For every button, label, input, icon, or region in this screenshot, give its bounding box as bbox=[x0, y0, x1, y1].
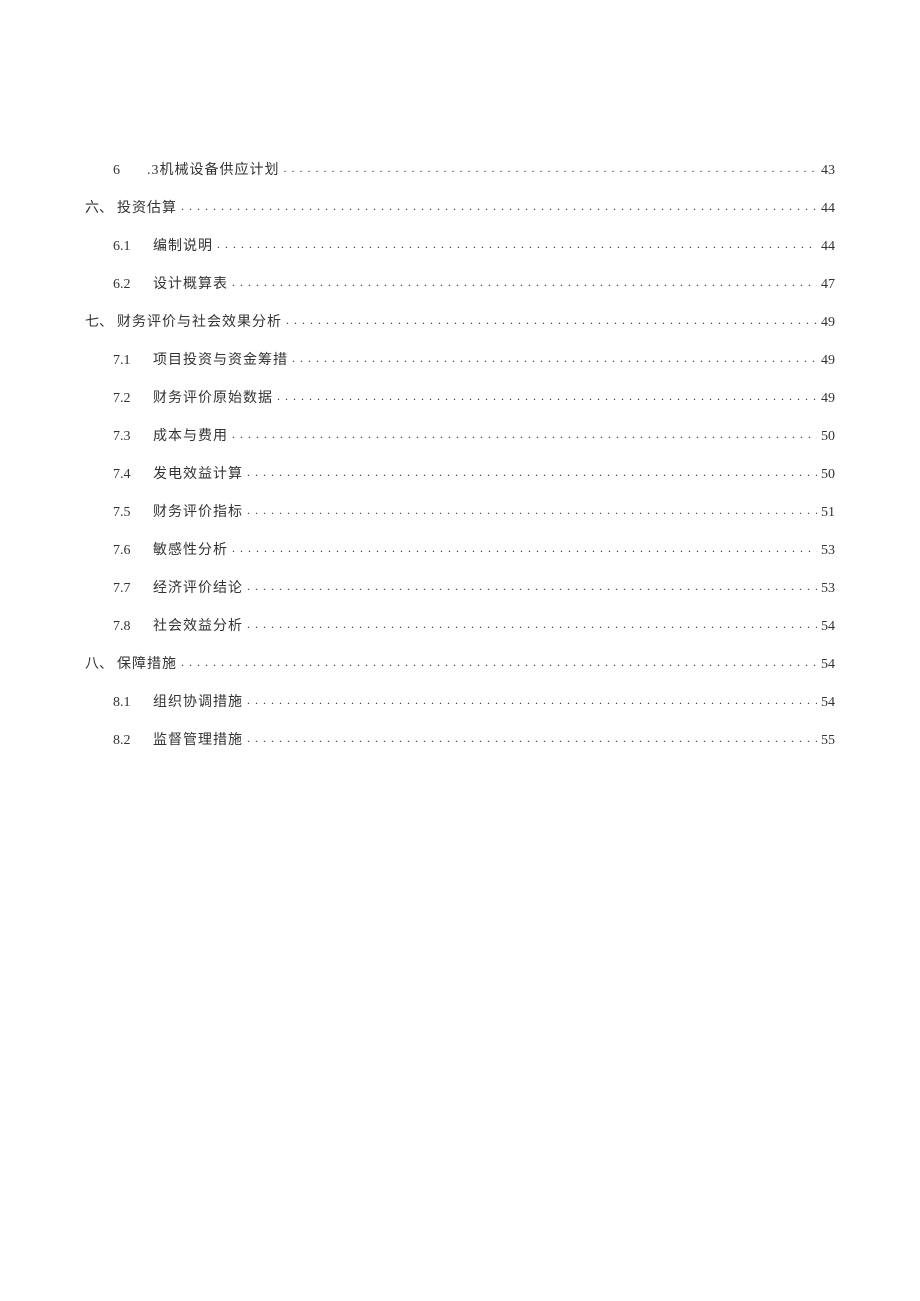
toc-page: 6 .3机械设备供应计划 43 六、投资估算 44 6.1 编制说明 44 6.2 设计概算表 47… bbox=[0, 0, 920, 748]
toc-entry-page: 51 bbox=[821, 506, 835, 520]
toc-entry-page: 49 bbox=[821, 316, 835, 330]
toc-entry-title: 项目投资与资金筹措 bbox=[153, 354, 288, 368]
toc-entry-title: 监督管理措施 bbox=[153, 734, 243, 748]
toc-entry-title: 敏感性分析 bbox=[153, 544, 228, 558]
toc-entry-title: 发电效益计算 bbox=[153, 468, 243, 482]
toc-entry: 6.2 设计概算表 47 bbox=[85, 274, 835, 292]
toc-entry: 7.5 财务评价指标 51 bbox=[85, 502, 835, 520]
toc-entry-number: 8.2 bbox=[113, 734, 143, 748]
toc-entry-number: 7.7 bbox=[113, 582, 143, 596]
toc-leader-dots bbox=[247, 578, 817, 592]
toc-entry-number: 六、 bbox=[85, 202, 113, 216]
toc-leader-dots bbox=[247, 730, 817, 744]
toc-entry-number: 7.8 bbox=[113, 620, 143, 634]
toc-entry-title: 成本与费用 bbox=[153, 430, 228, 444]
toc-entry: 7.7 经济评价结论 53 bbox=[85, 578, 835, 596]
toc-entry-page: 54 bbox=[821, 696, 835, 710]
toc-entry-number: 6.2 bbox=[113, 278, 143, 292]
toc-entry-page: 49 bbox=[821, 354, 835, 368]
toc-entry-number: 7.3 bbox=[113, 430, 143, 444]
toc-entry-page: 53 bbox=[821, 544, 835, 558]
toc-entry-number: 八、 bbox=[85, 658, 113, 672]
toc-entry-page: 54 bbox=[821, 620, 835, 634]
toc-entry-number: 6 bbox=[113, 164, 143, 178]
toc-leader-dots bbox=[181, 654, 817, 668]
toc-leader-dots bbox=[181, 198, 817, 212]
toc-entry-page: 50 bbox=[821, 468, 835, 482]
toc-entry-page: 44 bbox=[821, 202, 835, 216]
toc-entry-page: 54 bbox=[821, 658, 835, 672]
toc-entry: 6 .3机械设备供应计划 43 bbox=[85, 160, 835, 178]
toc-entry-title: 保障措施 bbox=[117, 658, 177, 672]
toc-entry-title: 设计概算表 bbox=[153, 278, 228, 292]
toc-entry-number: 7.5 bbox=[113, 506, 143, 520]
toc-entry-number: 7.6 bbox=[113, 544, 143, 558]
toc-leader-dots bbox=[247, 464, 817, 478]
toc-entry: 8.2 监督管理措施 55 bbox=[85, 730, 835, 748]
toc-leader-dots bbox=[217, 236, 817, 250]
toc-leader-dots bbox=[232, 274, 817, 288]
toc-entry-page: 43 bbox=[821, 164, 835, 178]
toc-entry-title: 组织协调措施 bbox=[153, 696, 243, 710]
toc-entry: 8.1 组织协调措施 54 bbox=[85, 692, 835, 710]
toc-entry-page: 53 bbox=[821, 582, 835, 596]
toc-entry-number: 6.1 bbox=[113, 240, 143, 254]
toc-entry: 7.3 成本与费用 50 bbox=[85, 426, 835, 444]
toc-leader-dots bbox=[247, 692, 817, 706]
toc-entry: 八、保障措施 54 bbox=[85, 654, 835, 672]
toc-entry: 7.8 社会效益分析 54 bbox=[85, 616, 835, 634]
toc-leader-dots bbox=[292, 350, 817, 364]
toc-leader-dots bbox=[232, 426, 817, 440]
toc-entry-title: 财务评价指标 bbox=[153, 506, 243, 520]
toc-entry-page: 44 bbox=[821, 240, 835, 254]
toc-entry-page: 49 bbox=[821, 392, 835, 406]
toc-entry-number: 8.1 bbox=[113, 696, 143, 710]
toc-leader-dots bbox=[247, 616, 817, 630]
toc-entry-number: 七、 bbox=[85, 316, 113, 330]
toc-entry-title: 经济评价结论 bbox=[153, 582, 243, 596]
toc-entry: 7.6 敏感性分析 53 bbox=[85, 540, 835, 558]
toc-entry-page: 50 bbox=[821, 430, 835, 444]
toc-entry: 6.1 编制说明 44 bbox=[85, 236, 835, 254]
toc-leader-dots bbox=[284, 160, 818, 174]
toc-entry-title: 投资估算 bbox=[117, 202, 177, 216]
toc-entry: 六、投资估算 44 bbox=[85, 198, 835, 216]
toc-entry-title: 财务评价原始数据 bbox=[153, 392, 273, 406]
toc-leader-dots bbox=[247, 502, 817, 516]
toc-entry-number: 7.2 bbox=[113, 392, 143, 406]
toc-entry-title: 财务评价与社会效果分析 bbox=[117, 316, 282, 330]
toc-entry-title: 社会效益分析 bbox=[153, 620, 243, 634]
toc-entry: 七、财务评价与社会效果分析 49 bbox=[85, 312, 835, 330]
toc-leader-dots bbox=[277, 388, 817, 402]
toc-entry: 7.4 发电效益计算 50 bbox=[85, 464, 835, 482]
toc-entry: 7.2 财务评价原始数据 49 bbox=[85, 388, 835, 406]
toc-entry-title: 编制说明 bbox=[153, 240, 213, 254]
toc-entry-title: .3机械设备供应计划 bbox=[147, 164, 280, 178]
toc-leader-dots bbox=[232, 540, 817, 554]
toc-entry-page: 47 bbox=[821, 278, 835, 292]
toc-entry-page: 55 bbox=[821, 734, 835, 748]
toc-leader-dots bbox=[286, 312, 817, 326]
toc-entry: 7.1 项目投资与资金筹措 49 bbox=[85, 350, 835, 368]
toc-entry-number: 7.4 bbox=[113, 468, 143, 482]
toc-entry-number: 7.1 bbox=[113, 354, 143, 368]
